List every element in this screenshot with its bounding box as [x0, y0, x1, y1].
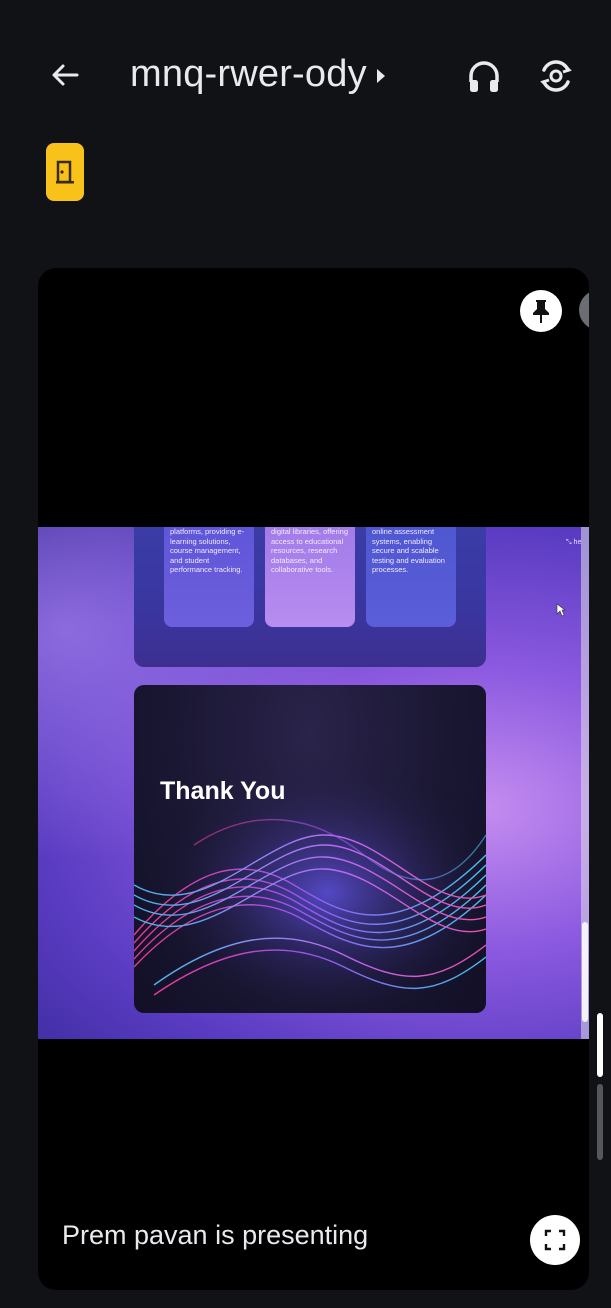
- pin-icon: [533, 300, 549, 323]
- thank-you-slide: Thank You: [134, 685, 486, 1013]
- presenter-status: Prem pavan is presenting: [62, 1220, 369, 1250]
- card-text: online assessment systems, enabling secu…: [372, 527, 445, 575]
- scroll-indicator[interactable]: [597, 1013, 603, 1077]
- card-text: digital libraries, offering access to ed…: [271, 527, 348, 575]
- mouse-cursor-icon: [556, 603, 566, 617]
- fullscreen-button[interactable]: [530, 1215, 580, 1265]
- meeting-code: mnq-rwer-ody: [130, 52, 367, 95]
- audio-output-button[interactable]: [460, 52, 508, 100]
- corner-label: ⤡ he: [566, 539, 582, 546]
- mic-off-indicator: [579, 290, 589, 330]
- switch-camera-button[interactable]: [532, 52, 580, 100]
- switch-camera-icon: [540, 60, 572, 92]
- scroll-track: [597, 1084, 603, 1160]
- feature-card: digital libraries, offering access to ed…: [265, 527, 355, 627]
- shared-scrollbar-thumb: [582, 922, 588, 1022]
- headphones-icon: [469, 61, 499, 92]
- meeting-info-button[interactable]: mnq-rwer-ody: [130, 44, 385, 104]
- card-text: platforms, providing e-learning solution…: [170, 527, 245, 575]
- back-button[interactable]: [40, 50, 90, 100]
- shared-screen: platforms, providing e-learning solution…: [38, 527, 589, 1039]
- top-bar: mnq-rwer-ody: [0, 0, 611, 130]
- meet-screen: mnq-rwer-ody Prem pavan is presenting pl…: [0, 0, 611, 1308]
- mic-off-icon: [587, 298, 589, 322]
- feature-card: platforms, providing e-learning solution…: [164, 527, 254, 627]
- exit-badge[interactable]: [46, 143, 84, 201]
- chevron-right-icon: [376, 69, 385, 83]
- feature-card: online assessment systems, enabling secu…: [366, 527, 456, 627]
- wave-graphic: [134, 745, 486, 1013]
- slide-title: Thank You: [160, 777, 286, 805]
- arrow-left-icon: [52, 64, 79, 86]
- door-exit-icon: [56, 160, 74, 184]
- pin-button[interactable]: [520, 290, 562, 332]
- fullscreen-icon: [544, 1229, 566, 1251]
